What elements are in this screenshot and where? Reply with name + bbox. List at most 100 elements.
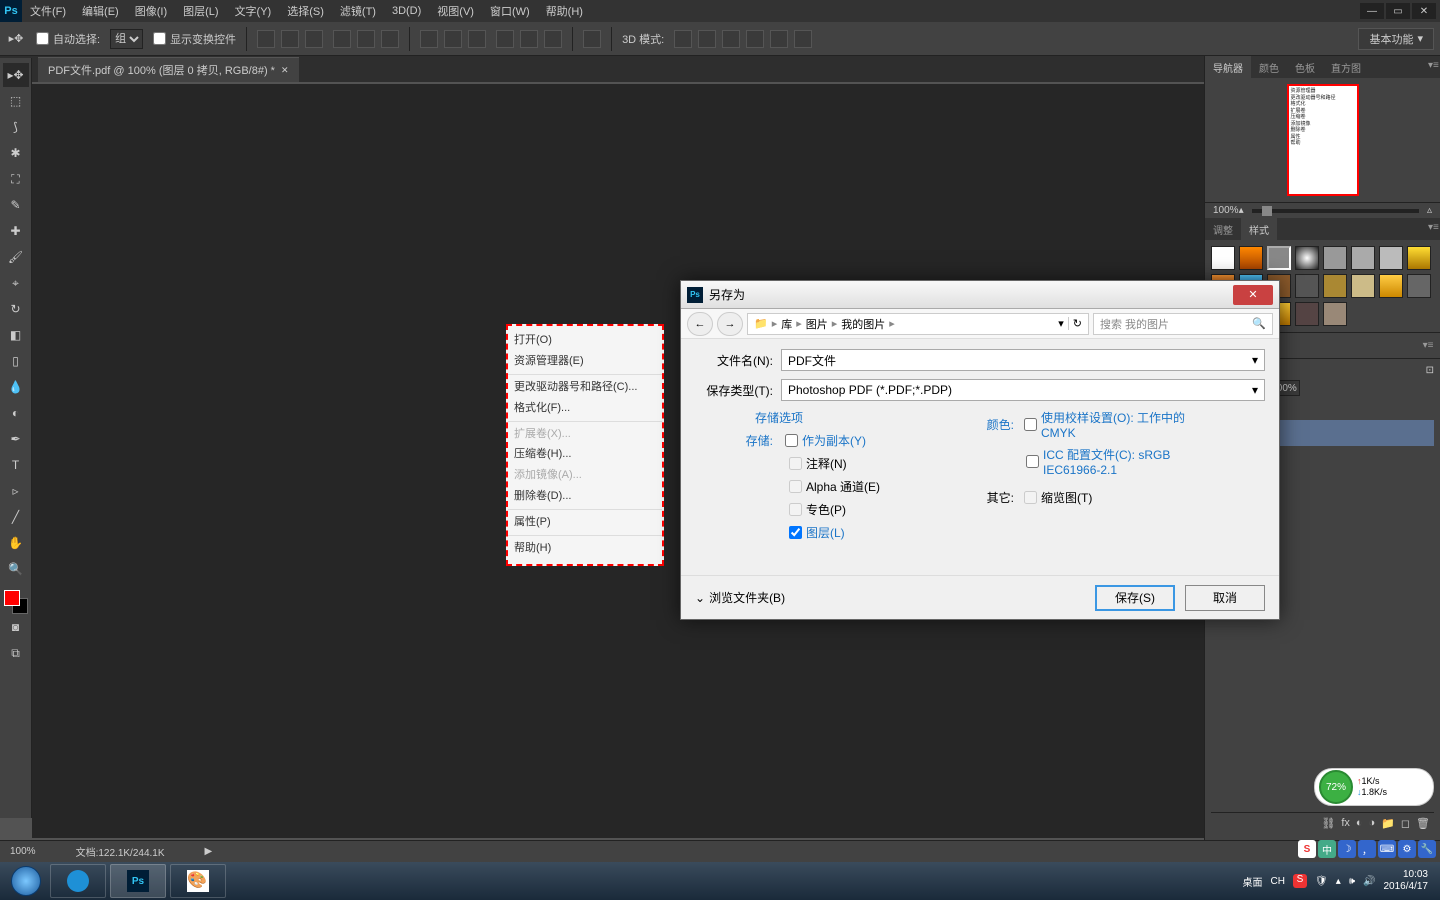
history-brush-icon[interactable]: ↻ [3,297,29,321]
lasso-tool-icon[interactable]: ⟆ [3,115,29,139]
ctx-change-drive[interactable]: 更改驱动器号和路径(C)... [514,377,656,398]
fx-icon[interactable]: fx [1341,817,1350,830]
style-swatch[interactable] [1295,246,1319,270]
ctx-delete-vol[interactable]: 删除卷(D)... [514,486,656,507]
adjustment-icon[interactable]: ◑ [1369,817,1376,830]
doc-info[interactable]: 文档:122.1K/244.1K [76,844,165,859]
eyedropper-tool-icon[interactable]: ✎ [3,193,29,217]
new-layer-icon[interactable]: ◻ [1401,817,1410,830]
zoom-slider[interactable] [1252,209,1419,213]
ctx-help[interactable]: 帮助(H) [514,538,656,559]
style-swatch[interactable] [1295,302,1319,326]
menu-layer[interactable]: 图层(L) [175,3,226,19]
proof-checkbox[interactable] [1024,418,1037,431]
style-swatch[interactable] [1239,246,1263,270]
trash-icon[interactable]: 🗑 [1416,817,1430,830]
minimize-icon[interactable]: — [1360,3,1384,19]
dialog-titlebar[interactable]: Ps 另存为 ✕ [681,281,1279,309]
ime-moon-icon[interactable]: ☽ [1338,840,1356,858]
style-swatch[interactable] [1379,274,1403,298]
menu-view[interactable]: 视图(V) [429,3,482,19]
cancel-button[interactable]: 取消 [1185,585,1265,611]
menu-image[interactable]: 图像(I) [127,3,175,19]
document-tab[interactable]: PDF文件.pdf @ 100% (图层 0 拷贝, RGB/8#) * ✕ [38,57,299,82]
as-copy-checkbox[interactable] [785,434,798,447]
chevron-down-icon[interactable]: ▾ [1058,317,1064,330]
filetype-select[interactable]: Photoshop PDF (*.PDF;*.PDP)▾ [781,379,1265,401]
auto-align-icon[interactable] [583,30,601,48]
dialog-close-button[interactable]: ✕ [1233,285,1273,305]
style-swatch[interactable] [1379,246,1403,270]
brush-tool-icon[interactable]: 🖌 [3,245,29,269]
save-options-link[interactable]: 存储选项 [695,409,980,426]
screenmode-icon[interactable]: ⧉ [3,641,29,665]
navigator-thumbnail[interactable]: 资源管理器更改驱动器号和路径格式化扩展卷压缩卷添加镜像删除卷属性帮助 [1287,84,1359,196]
stamp-tool-icon[interactable]: ⌖ [3,271,29,295]
start-button[interactable] [4,864,48,898]
hand-tool-icon[interactable]: ✋ [3,531,29,555]
chevron-down-icon[interactable]: ▾ [1252,383,1258,397]
panel-menu-icon[interactable]: ▾≡ [1420,56,1436,75]
network-speed-widget[interactable]: 72% 1K/s 1.8K/s [1314,768,1434,806]
align-icon[interactable] [357,30,375,48]
menu-help[interactable]: 帮助(H) [538,3,591,19]
save-button[interactable]: 保存(S) [1095,585,1175,611]
gradient-tool-icon[interactable]: ▯ [3,349,29,373]
quickmask-icon[interactable]: ◙ [3,615,29,639]
mask-icon[interactable]: ◐ [1356,817,1363,830]
show-transform-checkbox[interactable]: 显示变换控件 [153,31,236,47]
shape-tool-icon[interactable]: ╱ [3,505,29,529]
panel-menu-icon[interactable]: ▾≡ [1420,218,1436,237]
tray-sogou-icon[interactable]: S [1293,874,1307,888]
ime-wrench-icon[interactable]: 🔧 [1418,840,1436,858]
browse-folders[interactable]: ⌄ 浏览文件夹(B) [695,589,785,606]
breadcrumb-item[interactable]: 我的图片 [841,316,885,332]
tray-desktop[interactable]: 桌面 [1243,874,1263,889]
blur-tool-icon[interactable]: 💧 [3,375,29,399]
menu-filter[interactable]: 滤镜(T) [332,3,384,19]
heal-tool-icon[interactable]: ✚ [3,219,29,243]
breadcrumb-item[interactable]: 图片 [806,316,828,332]
path-tool-icon[interactable]: ▹ [3,479,29,503]
layers-checkbox[interactable] [789,526,802,539]
refresh-icon[interactable]: ↻ [1068,317,1082,330]
align-icon[interactable] [333,30,351,48]
workspace-switcher[interactable]: 基本功能 ▾ [1358,28,1434,50]
maximize-icon[interactable]: ▭ [1386,3,1410,19]
taskbar-app-photoshop[interactable]: Ps [110,864,166,898]
style-swatch[interactable] [1267,246,1291,270]
taskbar-app-paint[interactable]: 🎨 [170,864,226,898]
dodge-tool-icon[interactable]: ◐ [3,401,29,425]
mode3d-icon[interactable] [746,30,764,48]
align-icon[interactable] [281,30,299,48]
menu-window[interactable]: 窗口(W) [482,3,538,19]
tray-shield-icon[interactable]: 🛡 [1315,876,1328,887]
tab-color[interactable]: 颜色 [1251,56,1287,78]
tab-adjustments[interactable]: 调整 [1205,218,1241,240]
menu-file[interactable]: 文件(F) [22,3,74,19]
path-breadcrumb[interactable]: 📁 ▸ 库 ▸ 图片 ▸ 我的图片 ▸ ▾ ↻ [747,313,1089,335]
zoom-out-icon[interactable]: ▴ [1239,205,1244,216]
zoom-in-icon[interactable]: ▵ [1427,205,1432,216]
mode3d-icon[interactable] [674,30,692,48]
distribute-icon[interactable] [544,30,562,48]
eraser-tool-icon[interactable]: ◧ [3,323,29,347]
mode3d-icon[interactable] [698,30,716,48]
zoom-value[interactable]: 100% [1213,205,1239,216]
align-icon[interactable] [381,30,399,48]
tab-histogram[interactable]: 直方图 [1323,56,1369,78]
taskbar-app-sogou[interactable] [50,864,106,898]
tray-lang[interactable]: CH [1271,876,1285,887]
tab-close-icon[interactable]: ✕ [281,65,289,76]
distribute-icon[interactable] [496,30,514,48]
distribute-icon[interactable] [468,30,486,48]
style-swatch[interactable] [1407,274,1431,298]
back-button[interactable]: ← [687,312,713,336]
distribute-icon[interactable] [420,30,438,48]
ime-keyboard-icon[interactable]: ⌨ [1378,840,1396,858]
style-swatch[interactable] [1211,246,1235,270]
mode3d-icon[interactable] [770,30,788,48]
ime-sogou-icon[interactable]: S [1298,840,1316,858]
foreground-color[interactable] [4,590,20,606]
icc-checkbox[interactable] [1026,455,1039,468]
